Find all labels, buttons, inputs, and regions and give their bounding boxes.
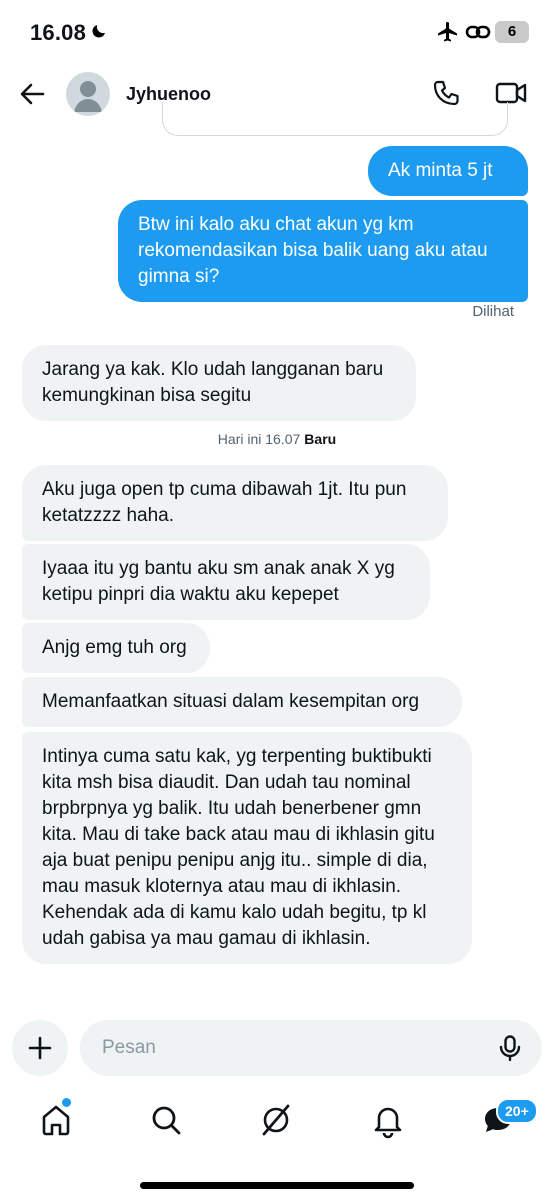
notifications-bell-icon[interactable] (368, 1100, 408, 1140)
seen-status: Dilihat (472, 303, 514, 320)
home-icon[interactable] (36, 1100, 76, 1140)
grok-icon[interactable] (256, 1100, 296, 1140)
day-separator: Hari ini 16.07 Baru (0, 431, 554, 447)
home-indicator (140, 1182, 414, 1189)
message-incoming[interactable]: Intinya cuma satu kak, yg terpenting buk… (22, 732, 472, 964)
avatar[interactable] (66, 72, 110, 116)
messages-badge: 20+ (496, 1098, 538, 1124)
status-time: 16.08 (30, 20, 87, 45)
default-avatar-icon (74, 81, 102, 112)
message-input[interactable] (102, 1020, 482, 1076)
back-arrow-icon[interactable] (18, 80, 46, 108)
battery-indicator: 6 (495, 21, 529, 43)
home-notification-dot (62, 1098, 71, 1107)
moon-icon (92, 25, 105, 38)
status-bar: 16.08 6 (0, 0, 554, 64)
microphone-icon[interactable] (496, 1034, 524, 1062)
message-composer (80, 1020, 542, 1076)
new-messages-label: Baru (304, 431, 337, 447)
search-icon[interactable] (146, 1100, 186, 1140)
message-outgoing[interactable]: Btw ini kalo aku chat akun yg km rekomen… (118, 200, 528, 302)
message-outgoing[interactable]: Ak minta 5 jt (368, 146, 528, 196)
message-incoming[interactable]: Memanfaatkan situasi dalam kesempitan or… (22, 677, 462, 727)
plus-icon (28, 1036, 52, 1060)
message-incoming[interactable]: Jarang ya kak. Klo udah langganan baru k… (22, 345, 416, 421)
bottom-navigation: 20+ (0, 1090, 554, 1199)
message-incoming[interactable]: Aku juga open tp cuma dibawah 1jt. Itu p… (22, 465, 448, 541)
previous-message-cutoff (162, 102, 508, 136)
separator-time: Hari ini 16.07 (217, 431, 301, 447)
add-media-button[interactable] (12, 1020, 68, 1076)
link-icon (465, 25, 491, 39)
message-incoming[interactable]: Anjg emg tuh org (22, 623, 210, 673)
message-incoming[interactable]: Iyaaa itu yg bantu aku sm anak anak X yg… (22, 544, 430, 620)
airplane-icon (438, 22, 457, 42)
